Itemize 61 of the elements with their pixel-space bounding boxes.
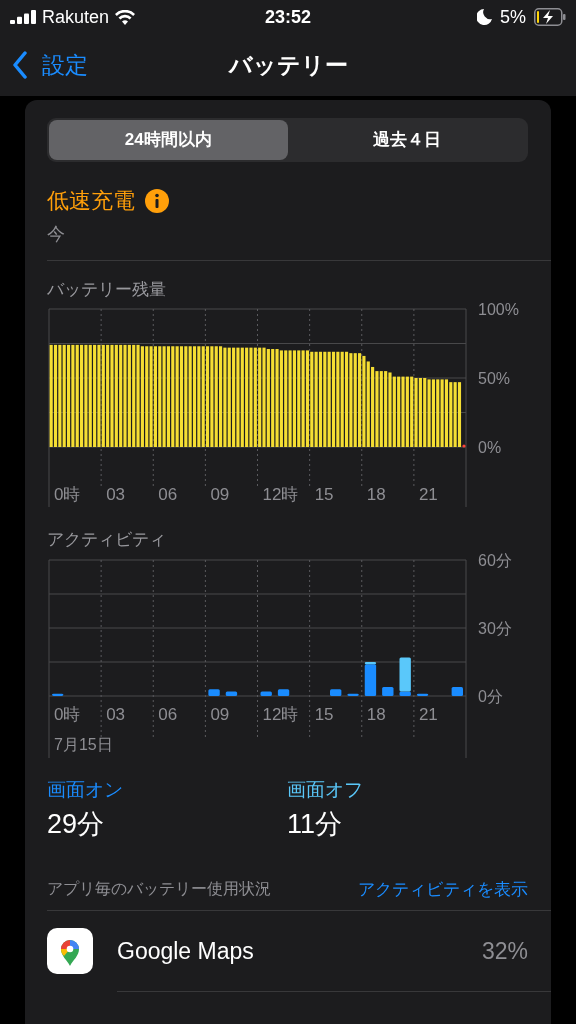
segment-tab[interactable]: 過去４日 <box>287 120 526 160</box>
axis-label: 0時 <box>54 705 81 724</box>
axis-label: 21 <box>418 484 438 504</box>
map-pin-app-icon <box>47 928 93 974</box>
current-marker <box>462 443 466 448</box>
usage-percent: 32% <box>481 936 528 966</box>
clock-time: 23:52 <box>263 5 312 29</box>
date-label: 7月15日 <box>54 736 113 753</box>
carrier-name: Rakuten <box>42 5 110 29</box>
stat-value: 11分 <box>287 807 344 841</box>
activity-bar <box>225 691 238 696</box>
section-header: アプリ毎のバッテリー使用状況 <box>47 879 271 900</box>
activity-bar <box>52 693 64 696</box>
stat-value: 29分 <box>47 807 106 841</box>
axis-label: 12時 <box>262 484 299 504</box>
stat-label: 画面オン <box>47 778 124 802</box>
signal-icon <box>10 10 36 24</box>
axis-label: 06 <box>158 484 178 504</box>
moon-icon <box>477 9 492 25</box>
axis-label: 18 <box>366 705 386 724</box>
screen-title: バッテリー <box>228 50 348 80</box>
activity-bar <box>330 689 342 696</box>
axis-label: 03 <box>106 484 126 504</box>
activity-bar <box>382 686 394 696</box>
axis-label: 60分 <box>478 552 512 569</box>
app-row[interactable]: Google Maps 32% <box>47 911 551 991</box>
axis-label: 0分 <box>478 688 503 705</box>
activity-bar <box>451 686 463 696</box>
activity-bar <box>260 691 272 696</box>
back-button[interactable]: 設定 <box>12 47 88 83</box>
info-icon[interactable] <box>145 188 169 213</box>
axis-label: 0時 <box>54 484 81 504</box>
chevron-left-icon <box>12 51 28 79</box>
charging-time: 今 <box>47 221 551 261</box>
activity-bar <box>208 689 220 696</box>
axis-label: 100% <box>478 300 519 318</box>
activity-bar <box>347 693 359 696</box>
battery-percent: 5% <box>500 5 526 29</box>
axis-label: 0% <box>478 438 502 456</box>
battery-charging-icon <box>534 8 566 26</box>
axis-label: 15 <box>314 705 334 724</box>
axis-label: 30分 <box>478 620 512 637</box>
axis-label: 50% <box>478 369 511 387</box>
axis-label: 09 <box>210 705 230 724</box>
segment-tab[interactable]: 24時間以内 <box>49 120 288 160</box>
stat-label: 画面オフ <box>287 778 364 802</box>
axis-label: 03 <box>106 705 126 724</box>
chart-title: アクティビティ <box>47 528 167 551</box>
chart-title: バッテリー残量 <box>47 279 167 301</box>
show-activity-link[interactable]: アクティビティを表示 <box>358 876 528 902</box>
axis-label: 06 <box>158 705 178 724</box>
axis-label: 21 <box>418 705 438 724</box>
app-name: Google Maps <box>117 936 255 966</box>
axis-label: 18 <box>366 484 386 504</box>
charging-title: 低速充電 <box>47 187 135 215</box>
activity-bar <box>277 689 290 696</box>
activity-bar <box>416 693 429 696</box>
axis-label: 09 <box>210 484 230 504</box>
axis-label: 15 <box>314 484 334 504</box>
axis-label: 12時 <box>262 705 299 724</box>
wifi-icon <box>115 9 136 25</box>
